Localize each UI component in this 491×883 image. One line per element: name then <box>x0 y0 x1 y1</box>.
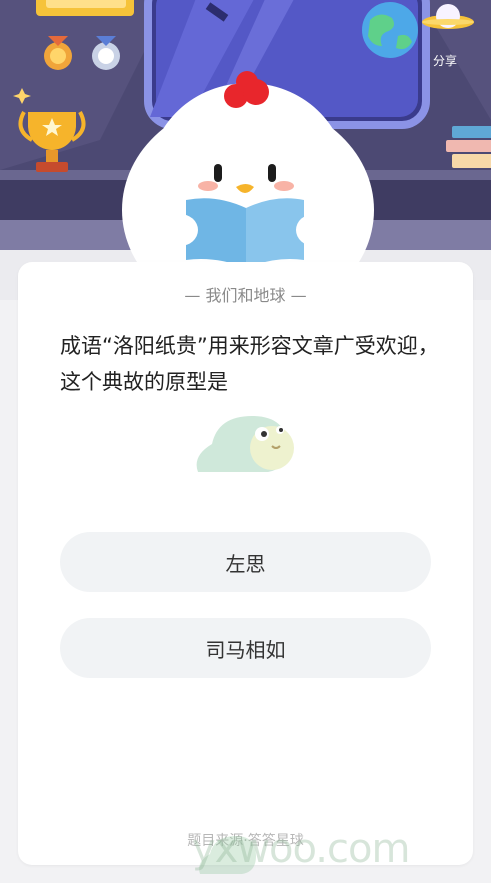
question-category: — 我们和地球 — <box>184 286 307 305</box>
answer-option-1[interactable]: 左思 <box>60 532 431 592</box>
share-button[interactable]: 分享 <box>420 52 470 69</box>
watermark: yxwoo.com <box>192 826 410 872</box>
snail-icon <box>196 416 294 472</box>
share-label: 分享 <box>432 54 457 68</box>
answer-option-label: 左思 <box>225 551 266 576</box>
quiz-page: 分享 — 我们和地球 — 成语“洛阳纸贵”用来形容文章广受欢迎，这个典故的原型是… <box>0 0 491 883</box>
question-card: — 我们和地球 — 成语“洛阳纸贵”用来形容文章广受欢迎，这个典故的原型是 左思… <box>18 262 473 865</box>
question-text: 成语“洛阳纸贵”用来形容文章广受欢迎，这个典故的原型是 <box>60 334 439 394</box>
header-illustration <box>0 0 491 300</box>
answer-option-label: 司马相如 <box>205 637 286 662</box>
answer-option-2[interactable]: 司马相如 <box>60 618 431 678</box>
